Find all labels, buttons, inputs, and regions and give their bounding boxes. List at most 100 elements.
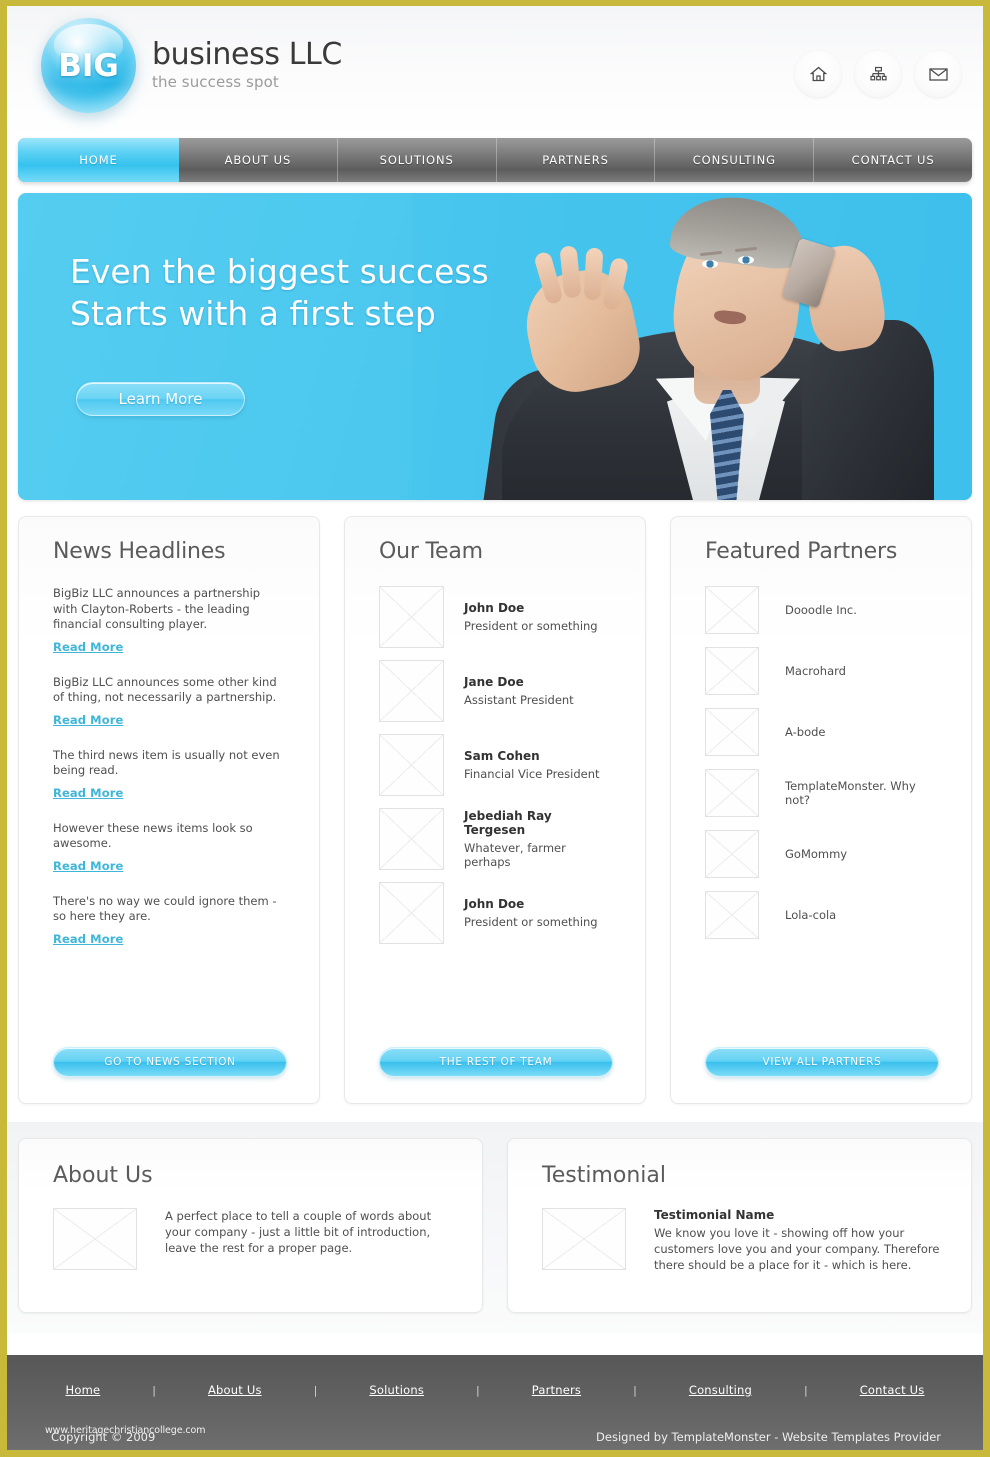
read-more-link[interactable]: Read More <box>53 859 123 873</box>
team-member-photo-placeholder <box>379 586 444 648</box>
footer-link-partners[interactable]: Partners <box>480 1383 633 1397</box>
partner-logo-placeholder <box>705 586 759 634</box>
partner-logo-placeholder <box>705 769 759 817</box>
team-member-role: Assistant President <box>464 693 574 707</box>
news-item: The third news item is usually not even … <box>53 748 287 801</box>
news-item: However these news items look so awesome… <box>53 821 287 874</box>
news-text: BigBiz LLC announces a partnership with … <box>53 586 261 631</box>
learn-more-button[interactable]: Learn More <box>76 382 245 416</box>
footer-link-about-us[interactable]: About Us <box>156 1383 314 1397</box>
partner-logo-placeholder <box>705 830 759 878</box>
about-image-placeholder <box>53 1208 137 1270</box>
team-member-photo-placeholder <box>379 808 444 870</box>
testimonial-name: Testimonial Name <box>654 1208 775 1222</box>
team-member-row[interactable]: Sam Cohen Financial Vice President <box>379 734 613 796</box>
testimonial-image-placeholder <box>542 1208 626 1270</box>
hero-headline: Even the biggest success Starts with a f… <box>70 251 489 335</box>
footer-link-consulting[interactable]: Consulting <box>637 1383 804 1397</box>
footer-link-home[interactable]: Home <box>14 1383 153 1397</box>
partner-logo-placeholder <box>705 708 759 756</box>
the-rest-of-team-button[interactable]: THE REST OF TEAM <box>379 1047 613 1077</box>
footer-link-solutions[interactable]: Solutions <box>317 1383 476 1397</box>
site-footer: Home | About Us | Solutions | Partners |… <box>7 1355 983 1450</box>
featured-partners-panel: Featured Partners Dooodle Inc. Macrohard… <box>670 516 972 1104</box>
mail-icon <box>928 68 948 81</box>
site-logo[interactable]: BIG business LLC the success spot <box>41 18 342 113</box>
page-frame: BIG business LLC the success spot HOME A… <box>7 6 983 1450</box>
partner-name: GoMommy <box>785 847 848 861</box>
footer-navigation: Home | About Us | Solutions | Partners |… <box>7 1355 983 1397</box>
main-navigation: HOME ABOUT US SOLUTIONS PARTNERS CONSULT… <box>18 138 972 182</box>
news-text: However these news items look so awesome… <box>53 820 253 851</box>
read-more-link[interactable]: Read More <box>53 640 123 654</box>
hero-headline-line1: Even the biggest success <box>70 252 489 291</box>
partner-row[interactable]: A-bode <box>705 708 939 756</box>
header-icon-group <box>795 51 961 97</box>
partner-row[interactable]: Dooodle Inc. <box>705 586 939 634</box>
team-member-photo-placeholder <box>379 734 444 796</box>
mail-icon-button[interactable] <box>915 51 961 97</box>
go-to-news-section-button[interactable]: GO TO NEWS SECTION <box>53 1047 287 1077</box>
partner-logo-placeholder <box>705 647 759 695</box>
businessman-photo-illustration <box>462 193 972 500</box>
read-more-link[interactable]: Read More <box>53 786 123 800</box>
news-item: There's no way we could ignore them - so… <box>53 894 287 947</box>
news-panel-footer: GO TO NEWS SECTION <box>53 1031 287 1077</box>
team-panel-footer: THE REST OF TEAM <box>379 1031 613 1077</box>
home-icon <box>809 66 827 82</box>
team-member-row[interactable]: John Doe President or something <box>379 586 613 648</box>
hero-headline-line2: Starts with a first step <box>70 294 436 333</box>
nav-label: PARTNERS <box>542 153 609 167</box>
team-member-name: John Doe <box>464 601 525 615</box>
team-heading: Our Team <box>379 539 483 564</box>
read-more-link[interactable]: Read More <box>53 932 123 946</box>
partner-row[interactable]: Macrohard <box>705 647 939 695</box>
nav-item-about-us[interactable]: ABOUT US <box>179 138 338 182</box>
home-icon-button[interactable] <box>795 51 841 97</box>
partner-row[interactable]: TemplateMonster. Why not? <box>705 769 939 817</box>
partner-name: Lola-cola <box>785 908 837 922</box>
hero-photo <box>412 193 972 500</box>
logo-mark-text: BIG <box>58 47 119 84</box>
nav-item-contact-us[interactable]: CONTACT US <box>814 138 972 182</box>
about-heading: About Us <box>53 1163 153 1188</box>
partner-name: TemplateMonster. Why not? <box>785 779 916 807</box>
partners-heading: Featured Partners <box>705 539 898 564</box>
partner-name: Macrohard <box>785 664 846 678</box>
news-text: BigBiz LLC announces some other kind of … <box>53 674 277 705</box>
team-member-role: Financial Vice President <box>464 767 600 781</box>
nav-label: SOLUTIONS <box>379 153 454 167</box>
logo-text-block: business LLC the success spot <box>152 39 342 91</box>
nav-item-solutions[interactable]: SOLUTIONS <box>338 138 497 182</box>
brand-tagline: the success spot <box>152 72 279 91</box>
team-member-role: President or something <box>464 619 598 633</box>
team-member-row[interactable]: Jane Doe Assistant President <box>379 660 613 722</box>
news-text: There's no way we could ignore them - so… <box>53 893 277 924</box>
nav-item-consulting[interactable]: CONSULTING <box>655 138 815 182</box>
team-member-name: John Doe <box>464 897 525 911</box>
footer-link-contact-us[interactable]: Contact Us <box>808 1383 977 1397</box>
nav-label: HOME <box>79 153 118 167</box>
partner-row[interactable]: Lola-cola <box>705 891 939 939</box>
nav-item-home[interactable]: HOME <box>18 138 179 182</box>
about-us-panel: About Us A perfect place to tell a coupl… <box>18 1138 483 1313</box>
nav-label: CONSULTING <box>692 153 776 167</box>
team-member-photo-placeholder <box>379 660 444 722</box>
hero-banner: Even the biggest success Starts with a f… <box>18 193 972 500</box>
news-text: The third news item is usually not even … <box>53 747 280 778</box>
team-member-row[interactable]: John Doe President or something <box>379 882 613 944</box>
team-member-name: Jebediah Ray Tergesen <box>464 809 552 837</box>
view-all-partners-button[interactable]: VIEW ALL PARTNERS <box>705 1047 939 1077</box>
news-item: BigBiz LLC announces some other kind of … <box>53 675 287 728</box>
partner-row[interactable]: GoMommy <box>705 830 939 878</box>
sitemap-icon-button[interactable] <box>855 51 901 97</box>
nav-label: CONTACT US <box>851 153 935 167</box>
team-member-row[interactable]: Jebediah Ray Tergesen Whatever, farmer p… <box>379 808 613 870</box>
news-headlines-panel: News Headlines BigBiz LLC announces a pa… <box>18 516 320 1104</box>
content-columns: News Headlines BigBiz LLC announces a pa… <box>7 500 983 1104</box>
read-more-link[interactable]: Read More <box>53 713 123 727</box>
partner-name: A-bode <box>785 725 826 739</box>
designed-by-text: Designed by TemplateMonster - Website Te… <box>596 1430 941 1444</box>
nav-item-partners[interactable]: PARTNERS <box>497 138 656 182</box>
news-item: BigBiz LLC announces a partnership with … <box>53 586 287 655</box>
